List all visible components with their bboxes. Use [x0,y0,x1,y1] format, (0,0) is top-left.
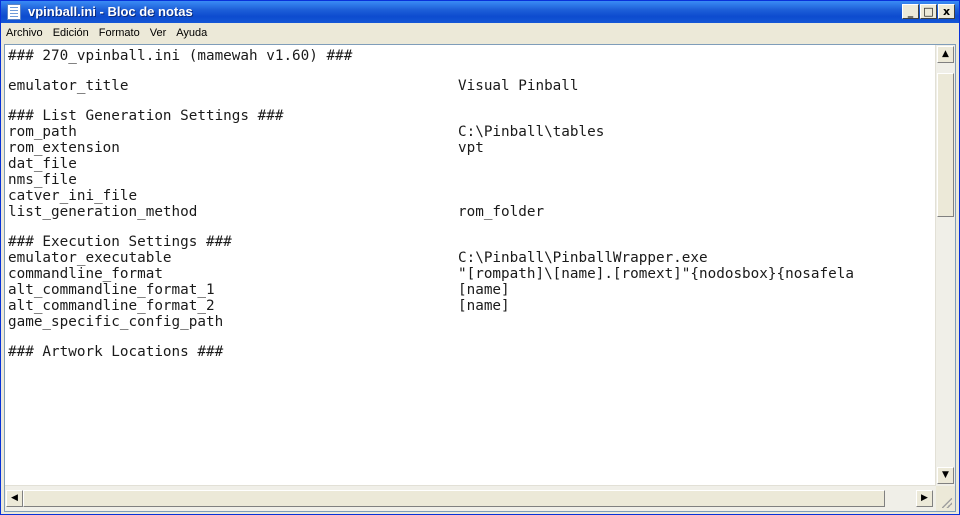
line-key: emulator_executable [8,250,172,266]
close-button[interactable]: x [938,4,955,19]
resize-grip-icon[interactable] [936,486,955,511]
line-key: game_specific_config_path [8,314,224,330]
notepad-icon[interactable] [7,4,21,20]
line-value: vpt [458,140,484,156]
window-controls: _ □ x [901,4,955,19]
scroll-left-button[interactable]: ◀ [6,490,23,507]
line-section-heading: ### Artwork Locations ### [8,344,224,360]
line-key: emulator_title [8,78,129,94]
line-section-heading: ### Execution Settings ### [8,234,232,250]
line-value: [name] [458,298,510,314]
scroll-down-button[interactable]: ▼ [937,467,954,484]
line-key: alt_commandline_format_1 [8,282,215,298]
line-value: C:\Pinball\tables [458,124,605,140]
line-header: ### 270_vpinball.ini (mamewah v1.60) ### [8,48,353,64]
menu-formato[interactable]: Formato [94,23,145,43]
line-key: list_generation_method [8,204,198,220]
menu-ayuda[interactable]: Ayuda [171,23,212,43]
title-bar[interactable]: vpinball.ini - Bloc de notas _ □ x [1,1,959,23]
maximize-button[interactable]: □ [920,4,937,19]
line-key: commandline_format [8,266,163,282]
horizontal-scroll-thumb[interactable] [23,490,885,507]
line-value: "[rompath]\[name].[romext]"{nodosbox}{no… [458,266,854,282]
line-key: alt_commandline_format_2 [8,298,215,314]
line-key: rom_path [8,124,77,140]
line-key: nms_file [8,172,77,188]
line-section-heading: ### List Generation Settings ### [8,108,284,124]
vertical-scrollbar[interactable]: ▲ ▼ [935,45,955,486]
menu-archivo[interactable]: Archivo [1,23,48,43]
scroll-up-button[interactable]: ▲ [937,46,954,63]
line-value: C:\Pinball\PinballWrapper.exe [458,250,708,266]
menu-bar: Archivo Edición Formato Ver Ayuda [1,23,959,43]
line-key: rom_extension [8,140,120,156]
text-editor[interactable]: ### 270_vpinball.ini (mamewah v1.60) ###… [4,44,956,512]
line-value: rom_folder [458,204,545,220]
menu-ver[interactable]: Ver [145,23,172,43]
editor-text-area[interactable]: ### 270_vpinball.ini (mamewah v1.60) ###… [5,45,935,486]
notepad-window: vpinball.ini - Bloc de notas _ □ x Archi… [0,0,960,515]
minimize-button[interactable]: _ [902,4,919,19]
scroll-right-button[interactable]: ▶ [916,490,933,507]
line-key: catver_ini_file [8,188,138,204]
line-value: [name] [458,282,510,298]
line-value: Visual Pinball [458,78,579,94]
horizontal-scrollbar[interactable]: ◀ ▶ [5,485,936,511]
vertical-scroll-thumb[interactable] [937,73,954,217]
line-key: dat_file [8,156,77,172]
menu-edicion[interactable]: Edición [48,23,94,43]
window-title: vpinball.ini - Bloc de notas [28,4,193,19]
